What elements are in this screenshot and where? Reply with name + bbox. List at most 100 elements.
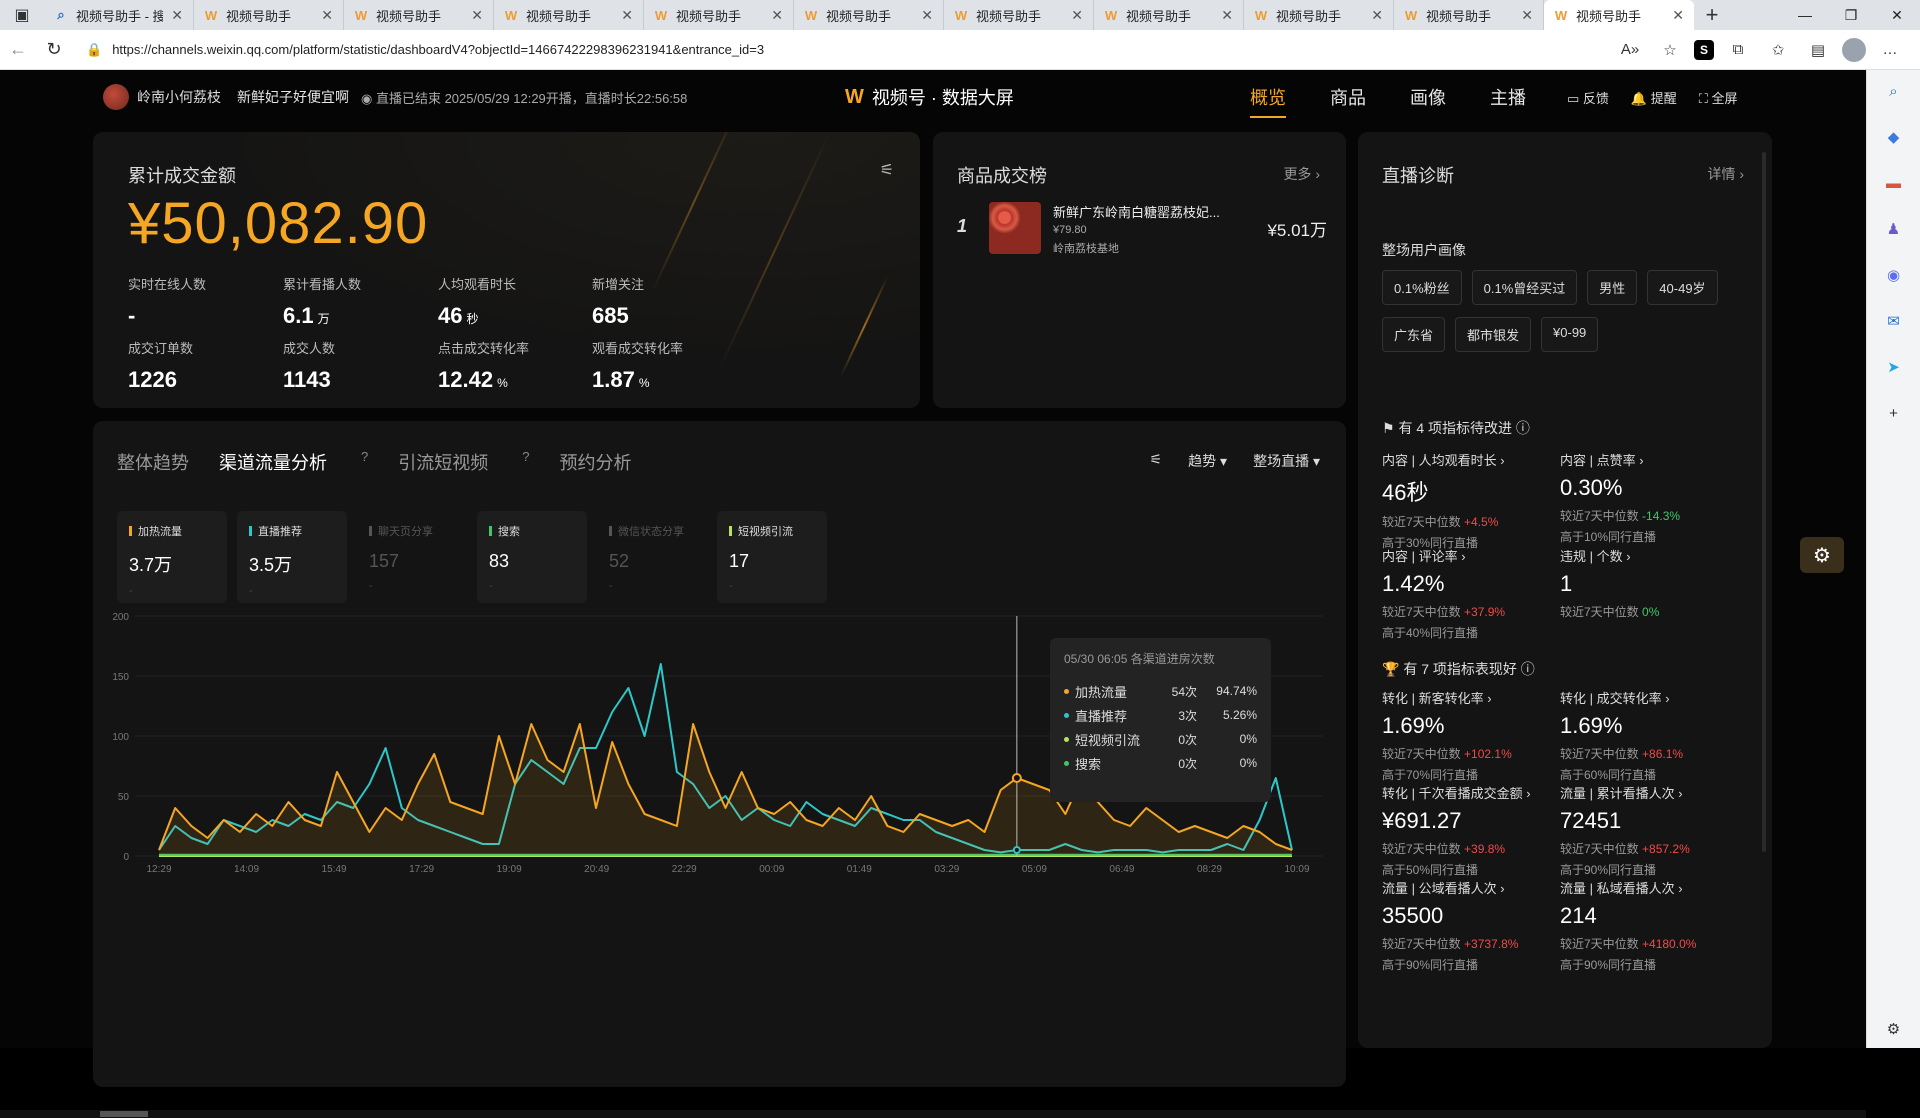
browser-tab[interactable]: W 视频号助手 ✕ xyxy=(344,0,494,30)
diagnosis-metric[interactable]: 内容 | 人均观看时长 › 46秒 较近7天中位数 +4.5% 高于30%同行直播 xyxy=(1382,450,1562,551)
minimize-icon[interactable]: — xyxy=(1782,0,1828,30)
close-tab-icon[interactable]: ✕ xyxy=(321,7,333,24)
channel-card[interactable]: 搜索 83 - xyxy=(477,511,587,603)
close-tab-icon[interactable]: ✕ xyxy=(1371,7,1383,24)
settings-icon[interactable]: ⚙ xyxy=(1883,1018,1905,1040)
audience-tag[interactable]: 男性 xyxy=(1587,270,1638,305)
dashboard-page: 岭南小何荔枝 新鲜妃子好便宜啊 ◉ 直播已结束 2025/05/29 12:29… xyxy=(0,70,1866,1118)
feedback-button[interactable]: ▭ 反馈 xyxy=(1567,88,1609,107)
help-icon[interactable]: ? xyxy=(522,449,529,475)
channel-label: 加热流量 xyxy=(129,523,215,539)
nav-tab[interactable]: 主播 xyxy=(1490,84,1526,118)
read-aloud-icon[interactable]: A» xyxy=(1614,35,1646,65)
search-icon[interactable]: ⌕ xyxy=(1883,80,1905,102)
traffic-tab[interactable]: 预约分析 xyxy=(559,449,631,475)
back-icon[interactable]: ← xyxy=(0,32,36,68)
close-window-icon[interactable]: ✕ xyxy=(1874,0,1920,30)
close-tab-icon[interactable]: ✕ xyxy=(921,7,933,24)
audience-tag[interactable]: 40-49岁 xyxy=(1647,270,1718,305)
diagnosis-metric[interactable]: 转化 | 成交转化率 › 1.69% 较近7天中位数 +86.1% 高于60%同行直播 xyxy=(1560,688,1740,783)
browser-tab[interactable]: W 视频号助手 ✕ xyxy=(194,0,344,30)
audience-tag[interactable]: 0.1%粉丝 xyxy=(1382,270,1462,305)
diagnosis-metric[interactable]: 流量 | 累计看播人次 › 72451 较近7天中位数 +857.2% 高于90%同行… xyxy=(1560,783,1740,878)
traffic-tab[interactable]: 渠道流量分析 xyxy=(219,449,327,475)
briefcase-icon[interactable]: ▬ xyxy=(1883,172,1905,194)
browser-tab[interactable]: W 视频号助手 ✕ xyxy=(494,0,644,30)
diagnosis-metric[interactable]: 内容 | 评论率 › 1.42% 较近7天中位数 +37.9% 高于40%同行直播 xyxy=(1382,546,1562,641)
series-count: 0次 xyxy=(1178,756,1197,771)
diagnosis-metric[interactable]: 转化 | 新客转化率 › 1.69% 较近7天中位数 +102.1% 高于70%同行直… xyxy=(1382,688,1562,783)
collections-icon[interactable]: ▤ xyxy=(1802,35,1834,65)
ranking-item[interactable]: 1 新鲜广东岭南白糖罂荔枝妃... ¥79.80 岭南荔枝基地 ¥5.01万 xyxy=(957,202,1327,256)
diagnosis-metric[interactable]: 流量 | 私域看播人次 › 214 较近7天中位数 +4180.0% 高于90%同行直… xyxy=(1560,878,1740,973)
send-icon[interactable]: ➤ xyxy=(1883,356,1905,378)
audience-tag[interactable]: 都市银发 xyxy=(1455,317,1532,352)
lock-icon[interactable]: 🔒 xyxy=(86,42,102,58)
close-tab-icon[interactable]: ✕ xyxy=(621,7,633,24)
profile-avatar[interactable] xyxy=(1842,37,1866,62)
favorite-add-icon[interactable]: ☆ xyxy=(1654,35,1686,65)
chart-filter-icon[interactable]: ⚟ xyxy=(1150,451,1163,471)
close-tab-icon[interactable]: ✕ xyxy=(171,7,183,24)
nav-tab[interactable]: 商品 xyxy=(1330,84,1366,118)
close-tab-icon[interactable]: ✕ xyxy=(1672,7,1684,24)
browser-tab[interactable]: W 视频号助手 ✕ xyxy=(1394,0,1544,30)
audience-tag[interactable]: ¥0-99 xyxy=(1541,317,1599,352)
browser-tab[interactable]: W 视频号助手 ✕ xyxy=(944,0,1094,30)
browser-tab[interactable]: W 视频号助手 ✕ xyxy=(794,0,944,30)
audience-tag[interactable]: 广东省 xyxy=(1382,317,1446,352)
channel-card[interactable]: 微信状态分享 52 - xyxy=(597,511,707,603)
favorites-icon[interactable]: ✩ xyxy=(1762,35,1794,65)
close-tab-icon[interactable]: ✕ xyxy=(471,7,483,24)
reminder-button[interactable]: 🔔 提醒 xyxy=(1631,88,1677,107)
add-icon[interactable]: + xyxy=(1883,402,1905,424)
channel-card[interactable]: 短视频引流 17 - xyxy=(717,511,827,603)
traffic-tab[interactable]: 整体趋势 xyxy=(117,449,189,475)
diagnosis-metric[interactable]: 内容 | 点赞率 › 0.30% 较近7天中位数 -14.3% 高于10%同行直播 xyxy=(1560,450,1740,545)
scrollbar[interactable] xyxy=(1762,152,1766,852)
series-name: 搜索 xyxy=(1075,756,1102,772)
close-tab-icon[interactable]: ✕ xyxy=(1071,7,1083,24)
diagnosis-metric[interactable]: 流量 | 公域看播人次 › 35500 较近7天中位数 +3737.8% 高于90%同… xyxy=(1382,878,1562,973)
browser-tab[interactable]: W 视频号助手 ✕ xyxy=(1544,0,1694,30)
scroll-thumb[interactable] xyxy=(100,1111,148,1117)
restore-icon[interactable]: ❐ xyxy=(1828,0,1874,30)
traffic-tab[interactable]: 引流短视频 xyxy=(398,449,488,475)
channel-card[interactable]: 直播推荐 3.5万 - xyxy=(237,511,347,603)
fullscreen-button[interactable]: ⛶ 全屏 xyxy=(1699,88,1738,107)
channel-card[interactable]: 聊天页分享 157 - xyxy=(357,511,467,603)
url-field[interactable]: 🔒 https://channels.weixin.qq.com/platfor… xyxy=(86,35,1566,65)
trend-dropdown[interactable]: 趋势 ▾ xyxy=(1188,451,1227,471)
ranking-more-link[interactable]: 更多 › xyxy=(1283,164,1320,184)
outlook-icon[interactable]: ✉ xyxy=(1883,310,1905,332)
diag-compare: 较近7天中位数 +37.9% xyxy=(1382,603,1562,620)
tag-icon[interactable]: ◆ xyxy=(1883,126,1905,148)
close-tab-icon[interactable]: ✕ xyxy=(771,7,783,24)
browser-tab[interactable]: W 视频号助手 ✕ xyxy=(1244,0,1394,30)
scope-dropdown[interactable]: 整场直播 ▾ xyxy=(1253,451,1320,471)
nav-tab[interactable]: 画像 xyxy=(1410,84,1446,118)
diagnosis-metric[interactable]: 违规 | 个数 › 1 较近7天中位数 0% xyxy=(1560,546,1740,620)
chess-icon[interactable]: ♟ xyxy=(1883,218,1905,240)
diagnosis-detail-link[interactable]: 详情 › xyxy=(1707,164,1744,184)
reload-icon[interactable]: ↻ xyxy=(36,32,72,68)
close-tab-icon[interactable]: ✕ xyxy=(1221,7,1233,24)
tab-actions-icon[interactable]: ▣ xyxy=(0,0,44,30)
new-tab-button[interactable]: + xyxy=(1694,0,1730,30)
horizontal-scrollbar[interactable] xyxy=(0,1110,1866,1118)
settings-gear-button[interactable]: ⚙ xyxy=(1800,537,1844,573)
help-icon[interactable]: ? xyxy=(361,449,368,475)
copilot-icon[interactable]: ◉ xyxy=(1883,264,1905,286)
extensions-icon[interactable]: ⧉ xyxy=(1722,35,1754,65)
browser-tab[interactable]: ⌕ 视频号助手 - 搜 ✕ xyxy=(44,0,194,30)
close-tab-icon[interactable]: ✕ xyxy=(1521,7,1533,24)
browser-tab[interactable]: W 视频号助手 ✕ xyxy=(1094,0,1244,30)
browser-tab[interactable]: W 视频号助手 ✕ xyxy=(644,0,794,30)
nav-tab[interactable]: 概览 xyxy=(1250,84,1286,118)
audience-tag[interactable]: 0.1%曾经买过 xyxy=(1471,270,1578,305)
diagnosis-metric[interactable]: 转化 | 千次看播成交金额 › ¥691.27 较近7天中位数 +39.8% 高于50… xyxy=(1382,783,1562,878)
channel-card[interactable]: 加热流量 3.7万 - xyxy=(117,511,227,603)
more-icon[interactable]: … xyxy=(1874,35,1906,65)
filter-icon[interactable]: ⚟ xyxy=(880,160,894,180)
extension-s-icon[interactable]: S xyxy=(1694,39,1714,60)
